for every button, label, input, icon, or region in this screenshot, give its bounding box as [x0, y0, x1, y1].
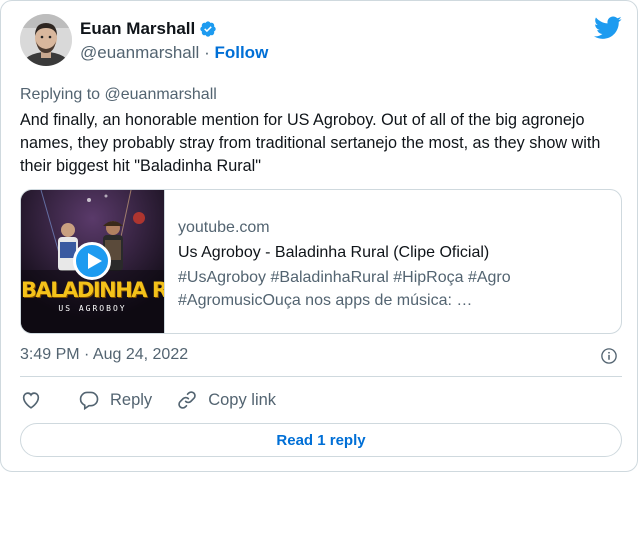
link-description-line: #UsAgroboy #BaladinhaRural #HipRoça #Agr…: [178, 269, 511, 286]
verified-badge-icon: [200, 21, 216, 37]
link-card-body: youtube.com Us Agroboy - Baladinha Rural…: [178, 217, 608, 312]
avatar-photo: [20, 14, 72, 66]
author-name-row[interactable]: Euan Marshall: [80, 19, 217, 39]
heart-icon: [22, 392, 40, 409]
link-domain: youtube.com: [178, 219, 270, 236]
avatar[interactable]: [20, 14, 72, 66]
link-title: Us Agroboy - Baladinha Rural (Clipe Ofic…: [178, 244, 490, 261]
author-handle[interactable]: @euanmarshall: [80, 43, 199, 62]
author-handle-row: @euanmarshall · Follow: [80, 43, 268, 63]
copy-link-label: Copy link: [208, 390, 277, 409]
link-preview-card[interactable]: BALADINHA RURAL US AGROBOY youtube.com U…: [20, 189, 622, 334]
reply-button[interactable]: Reply: [78, 389, 152, 411]
video-thumbnail[interactable]: BALADINHA RURAL US AGROBOY: [21, 190, 165, 333]
thumbnail-title: BALADINHA RURAL: [21, 278, 164, 302]
tweet-text: And finally, an honorable mention for US…: [20, 111, 601, 175]
replying-prefix: Replying to: [20, 86, 105, 103]
play-icon[interactable]: [73, 242, 111, 280]
replying-mention[interactable]: @euanmarshall: [105, 86, 217, 103]
link-description-line: #AgromusicOuça nos apps de música: …: [178, 292, 473, 309]
tweet-actions: Reply Copy link: [20, 389, 276, 411]
copy-link-button[interactable]: Copy link: [176, 389, 276, 411]
like-button[interactable]: [20, 389, 42, 411]
read-replies-button[interactable]: Read 1 reply: [20, 423, 622, 457]
tweet-embed-card: Euan Marshall @euanmarshall · Follow Rep…: [0, 0, 638, 472]
author-name[interactable]: Euan Marshall: [80, 19, 195, 39]
follow-link[interactable]: Follow: [214, 43, 268, 62]
speech-bubble-icon: [79, 391, 99, 411]
separator-dot: ·: [204, 43, 210, 62]
twitter-bird-icon[interactable]: [594, 16, 622, 40]
replying-to: Replying to @euanmarshall: [20, 86, 217, 104]
link-description: #UsAgroboy #BaladinhaRural #HipRoça #Agr…: [178, 266, 608, 312]
tweet-timestamp[interactable]: 3:49 PM · Aug 24, 2022: [20, 346, 188, 364]
reply-label: Reply: [110, 390, 153, 409]
link-icon: [178, 391, 196, 409]
thumbnail-subtitle: US AGROBOY: [58, 304, 127, 313]
info-icon[interactable]: [600, 347, 618, 365]
divider: [20, 376, 622, 377]
